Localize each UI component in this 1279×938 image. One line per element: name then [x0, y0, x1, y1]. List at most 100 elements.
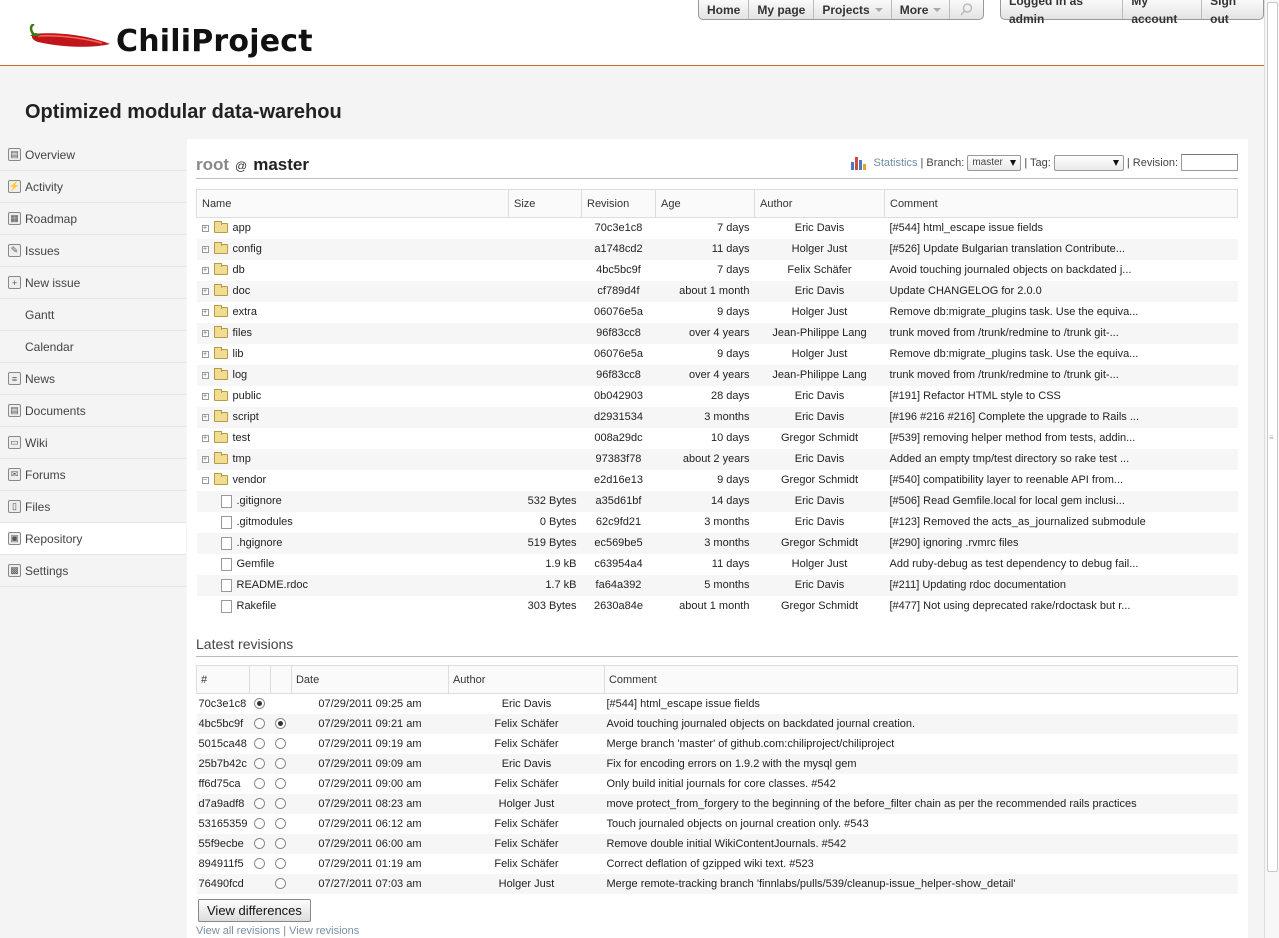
- radio-to[interactable]: [275, 838, 287, 850]
- entry-revision-link[interactable]: a1748cd2: [581, 238, 656, 260]
- entry-revision-link[interactable]: ec569be5: [581, 532, 656, 554]
- radio-from[interactable]: [254, 798, 266, 810]
- statistics-link[interactable]: Statistics: [873, 157, 917, 169]
- entry-name-link[interactable]: log: [233, 369, 248, 381]
- entry-revision-link[interactable]: 0b042903: [582, 386, 656, 407]
- entry-row[interactable]: README.rdoc 1.7 kB fa64a392 5 months Eric Da…: [196, 574, 1238, 596]
- entry-revision-link[interactable]: 4bc5bc9f: [582, 260, 656, 281]
- entry-row[interactable]: + public 0b042903 28 days Eric Davis [#191] R…: [197, 386, 1238, 407]
- radio-to[interactable]: [275, 738, 287, 750]
- entry-row[interactable]: + app 70c3e1c8 7 days Eric Davis [#544] html_…: [197, 218, 1238, 239]
- entry-name-link[interactable]: db: [233, 264, 245, 276]
- sidebar-item-documents[interactable]: ▤ Documents: [0, 395, 186, 427]
- entry-row[interactable]: + doc cf789d4f about 1 month Eric Davis Updat…: [196, 280, 1238, 302]
- entry-row[interactable]: + db 4bc5bc9f 7 days Felix Schäfer Avoid touc…: [197, 260, 1238, 281]
- entry-revision-link[interactable]: 008a29dc: [582, 428, 656, 449]
- revision-id-link[interactable]: 5015ca48: [197, 734, 250, 754]
- revision-id-link[interactable]: 76490fcd: [196, 873, 250, 894]
- entry-revision-link[interactable]: e2d16e13: [582, 470, 656, 491]
- sidebar-item-files[interactable]: ▯ Files: [0, 491, 186, 523]
- expand-icon[interactable]: +: [201, 329, 209, 337]
- logged-in-as[interactable]: Logged in as admin: [1001, 0, 1124, 26]
- sidebar-item-activity[interactable]: ⚡ Activity: [0, 171, 186, 203]
- entry-row[interactable]: + extra 06076e5a 9 days Holger Just Remove db…: [197, 302, 1238, 323]
- entry-name-link[interactable]: tmp: [233, 453, 251, 465]
- entry-row[interactable]: .hgignore 519 Bytes ec569be5 3 months Gregor…: [196, 532, 1238, 554]
- entry-row[interactable]: + script d2931534 3 months Eric Davis [#196 #…: [196, 406, 1238, 428]
- expand-icon[interactable]: +: [201, 350, 209, 358]
- sidebar-item-wiki[interactable]: ▭ Wiki: [0, 427, 186, 459]
- sidebar-item-new-issue[interactable]: + New issue: [0, 267, 186, 299]
- revision-input[interactable]: [1181, 154, 1238, 171]
- revision-id-link[interactable]: 894911f5: [197, 854, 250, 874]
- nav-my-page[interactable]: My page: [749, 0, 815, 19]
- entry-row[interactable]: + tmp 97383f78 about 2 years Eric Davis Added…: [196, 448, 1238, 470]
- expand-icon[interactable]: +: [201, 392, 209, 400]
- radio-to[interactable]: [275, 858, 287, 870]
- entry-row[interactable]: + files 96f83cc8 over 4 years Jean-Philippe …: [196, 322, 1238, 344]
- entry-revision-link[interactable]: 06076e5a: [582, 344, 656, 365]
- expand-icon[interactable]: +: [201, 224, 209, 232]
- entry-name-link[interactable]: public: [233, 390, 262, 402]
- revision-id-link[interactable]: 55f9ecbe: [196, 833, 250, 854]
- radio-from[interactable]: [254, 698, 266, 710]
- entry-revision-link[interactable]: 62c9fd21: [582, 512, 656, 533]
- radio-from[interactable]: [254, 818, 266, 830]
- radio-to[interactable]: [275, 778, 287, 790]
- nav-my-account[interactable]: My account: [1123, 0, 1203, 26]
- sidebar-item-repository[interactable]: ▣ Repository: [0, 523, 186, 555]
- revision-id-link[interactable]: 70c3e1c8: [197, 694, 250, 714]
- radio-to[interactable]: [275, 718, 287, 730]
- radio-from[interactable]: [254, 858, 266, 870]
- sidebar-item-news[interactable]: ≡ News: [0, 363, 186, 395]
- radio-from[interactable]: [254, 778, 266, 790]
- entry-name-link[interactable]: lib: [233, 348, 244, 360]
- sidebar-item-issues[interactable]: ✎ Issues: [0, 235, 186, 267]
- radio-from[interactable]: [254, 738, 266, 750]
- entry-revision-link[interactable]: d2931534: [581, 406, 656, 428]
- expand-icon[interactable]: +: [201, 455, 209, 463]
- entry-name-link[interactable]: .gitmodules: [237, 516, 293, 528]
- sidebar-item-calendar[interactable]: Calendar: [0, 331, 186, 363]
- radio-from[interactable]: [254, 758, 266, 770]
- entry-name-link[interactable]: Rakefile: [237, 600, 277, 612]
- sidebar-item-gantt[interactable]: Gantt: [0, 299, 186, 331]
- entry-row[interactable]: − vendor e2d16e13 9 days Gregor Schmidt [#540…: [197, 470, 1238, 491]
- entry-name-link[interactable]: test: [233, 432, 251, 444]
- logo[interactable]: ChiliProject: [24, 20, 344, 60]
- expand-icon[interactable]: +: [201, 266, 209, 274]
- view-revisions-link[interactable]: View revisions: [289, 925, 359, 937]
- entry-revision-link[interactable]: cf789d4f: [581, 280, 656, 302]
- entry-name-link[interactable]: app: [233, 222, 251, 234]
- revision-id-link[interactable]: 25b7b42c: [196, 753, 250, 774]
- nav-sign-out[interactable]: Sign out: [1202, 0, 1263, 26]
- entry-name-link[interactable]: vendor: [233, 474, 267, 486]
- entry-revision-link[interactable]: a35d61bf: [581, 490, 656, 512]
- radio-from[interactable]: [254, 838, 266, 850]
- expand-icon[interactable]: +: [201, 371, 209, 379]
- entry-revision-link[interactable]: 2630a84e: [582, 596, 656, 617]
- entry-name-link[interactable]: .gitignore: [237, 495, 282, 507]
- tag-select[interactable]: [1053, 154, 1124, 171]
- entry-row[interactable]: .gitignore 532 Bytes a35d61bf 14 days Eric D…: [196, 490, 1238, 512]
- revision-id-link[interactable]: ff6d75ca: [197, 774, 250, 794]
- radio-from[interactable]: [254, 718, 266, 730]
- scrollbar[interactable]: ≡: [1264, 0, 1279, 938]
- expand-icon[interactable]: +: [201, 413, 209, 421]
- entry-name-link[interactable]: config: [233, 243, 262, 255]
- entry-revision-link[interactable]: 06076e5a: [582, 302, 656, 323]
- search-button[interactable]: [950, 0, 983, 19]
- entry-revision-link[interactable]: 97383f78: [581, 448, 656, 470]
- entry-name-link[interactable]: extra: [233, 306, 257, 318]
- branch-select[interactable]: master: [967, 154, 1022, 171]
- entry-row[interactable]: + config a1748cd2 11 days Holger Just [#526] …: [196, 238, 1238, 260]
- revision-id-link[interactable]: 4bc5bc9f: [196, 713, 250, 734]
- entry-revision-link[interactable]: 70c3e1c8: [582, 218, 656, 239]
- radio-to[interactable]: [275, 878, 287, 890]
- radio-to[interactable]: [275, 798, 287, 810]
- radio-to[interactable]: [275, 818, 287, 830]
- entry-revision-link[interactable]: 96f83cc8: [581, 322, 656, 344]
- expand-icon[interactable]: +: [201, 308, 209, 316]
- view-differences-button[interactable]: View differences: [198, 899, 311, 922]
- expand-icon[interactable]: +: [201, 287, 209, 295]
